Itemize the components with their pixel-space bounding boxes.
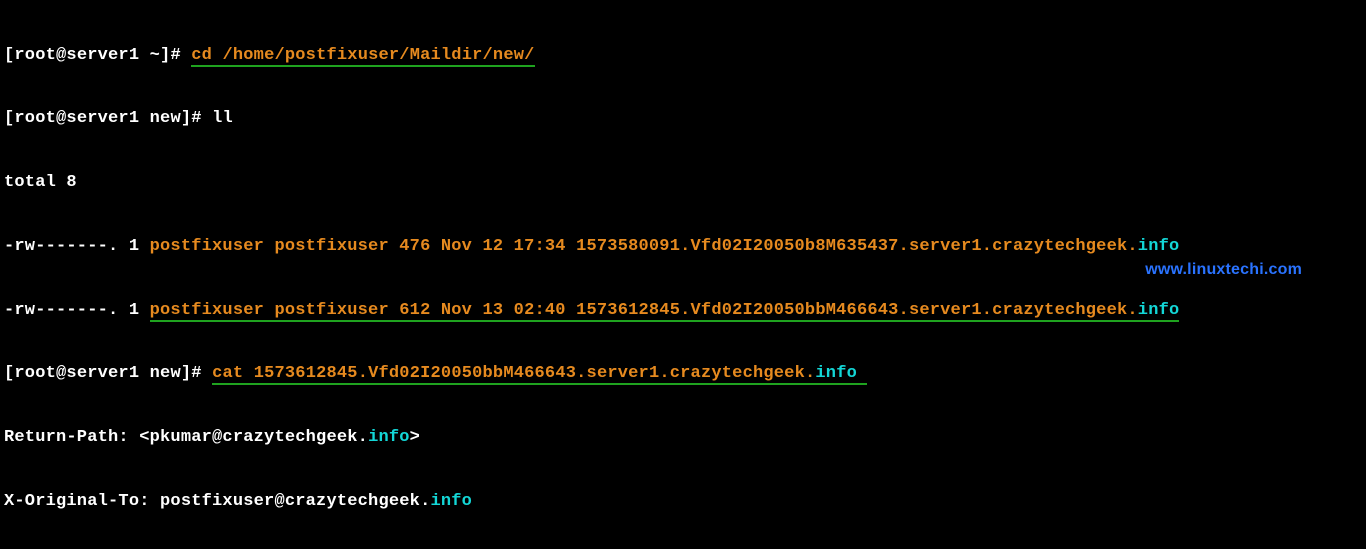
cmd-cd: cd /home/postfixuser/Maildir/new/ (191, 46, 534, 67)
mail-x-original-to: X-Original-To: postfixuser@crazytechgeek… (4, 491, 1362, 512)
prompt-dir: ~ (150, 46, 160, 65)
cmd-ll: ll (212, 109, 233, 128)
watermark: www.linuxtechi.com (1145, 260, 1302, 280)
line-cd: [root@server1 ~]# cd /home/postfixuser/M… (4, 45, 1362, 66)
ll-row-2: -rw-------. 1 postfixuser postfixuser 61… (4, 300, 1362, 321)
prompt-user-host: root@server1 (14, 46, 139, 65)
line-cat-cmd: [root@server1 new]# cat 1573612845.Vfd02… (4, 363, 1362, 384)
ll-total: total 8 (4, 172, 1362, 193)
cmd-cat: cat (212, 364, 254, 385)
line-ll-cmd: [root@server1 new]# ll (4, 108, 1362, 129)
mail-return-path: Return-Path: <pkumar@crazytechgeek.info> (4, 427, 1362, 448)
terminal[interactable]: [root@server1 ~]# cd /home/postfixuser/M… (0, 0, 1366, 549)
ll-row-1: -rw-------. 1 postfixuser postfixuser 47… (4, 236, 1362, 257)
